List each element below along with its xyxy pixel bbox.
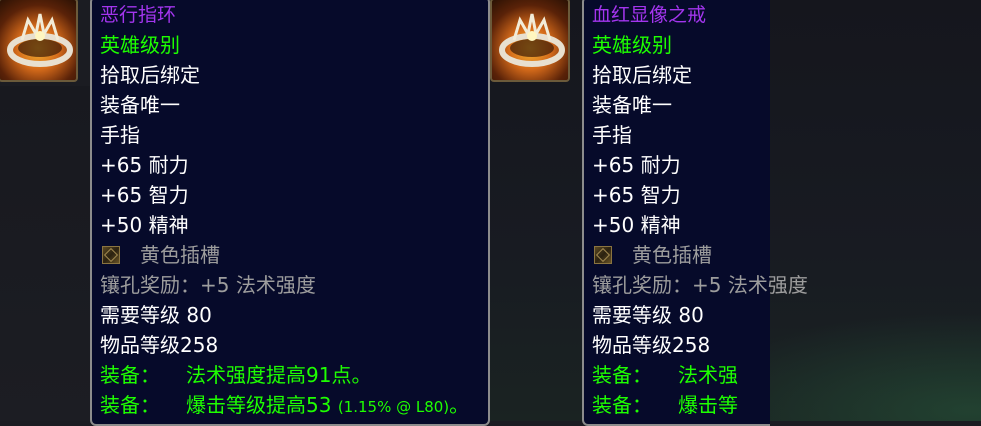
equip-effect-1: 装备： 法术强 [592,360,738,390]
yellow-socket-icon [102,246,120,264]
stat-intellect: +65 智力 [592,183,681,207]
equip-prefix: 装备： [592,363,652,387]
equip-text: 爆击等 [678,393,738,417]
item-binding: 拾取后绑定 [592,63,692,87]
stat-intellect: +65 智力 [100,183,189,207]
equip-effect-2: 装备： 爆击等 [592,390,738,420]
item-name: 恶行指环 [100,4,177,26]
stat-spirit: +50 精神 [100,213,189,237]
equip-text: 法术强度提高91点。 [186,363,372,387]
equip-prefix: 装备： [592,393,652,417]
item-quality: 英雄级别 [100,33,180,57]
left-background [0,86,91,421]
stat-stamina: +65 耐力 [592,153,681,177]
item-binding: 拾取后绑定 [100,63,200,87]
socket-label: 黄色插槽 [140,243,220,267]
item-level: 物品等级258 [592,333,711,357]
equip-effect-1: 装备： 法术强度提高91点。 [100,360,371,390]
equip-text: 爆击等级提高53 [186,393,332,417]
equip-prefix: 装备： [100,363,160,387]
stat-stamina: +65 耐力 [100,153,189,177]
required-level: 需要等级 80 [100,303,212,327]
socket-line: 黄色插槽 [100,240,220,270]
equip-rating-percent: (1.15% @ L80) [337,398,450,416]
item-unique: 装备唯一 [592,93,672,117]
stat-spirit: +50 精神 [592,213,681,237]
item-slot: 手指 [100,123,140,147]
item-slot: 手指 [592,123,632,147]
ring-item-icon[interactable] [490,0,570,82]
item-name: 血红显像之戒 [592,4,707,26]
socket-label: 黄色插槽 [632,243,712,267]
item-tooltip-right: 血红显像之戒 英雄级别 拾取后绑定 装备唯一 手指 +65 耐力 +65 智力 … [582,0,808,426]
equip-end: 。 [449,393,470,417]
required-level: 需要等级 80 [592,303,704,327]
equip-text: 法术强 [678,363,738,387]
equip-effect-2: 装备： 爆击等级提高53 (1.15% @ L80)。 [100,390,469,422]
socket-line: 黄色插槽 [592,240,712,270]
item-unique: 装备唯一 [100,93,180,117]
item-level: 物品等级258 [100,333,219,357]
ring-item-icon[interactable] [0,0,78,82]
item-tooltip-left: 恶行指环 英雄级别 拾取后绑定 装备唯一 手指 +65 耐力 +65 智力 +5… [90,0,490,426]
yellow-socket-icon [594,246,612,264]
item-quality: 英雄级别 [592,33,672,57]
equip-prefix: 装备： [100,393,160,417]
socket-bonus: 镶孔奖励：+5 法术强度 [100,273,316,297]
socket-bonus: 镶孔奖励：+5 法术强度 [592,273,808,297]
